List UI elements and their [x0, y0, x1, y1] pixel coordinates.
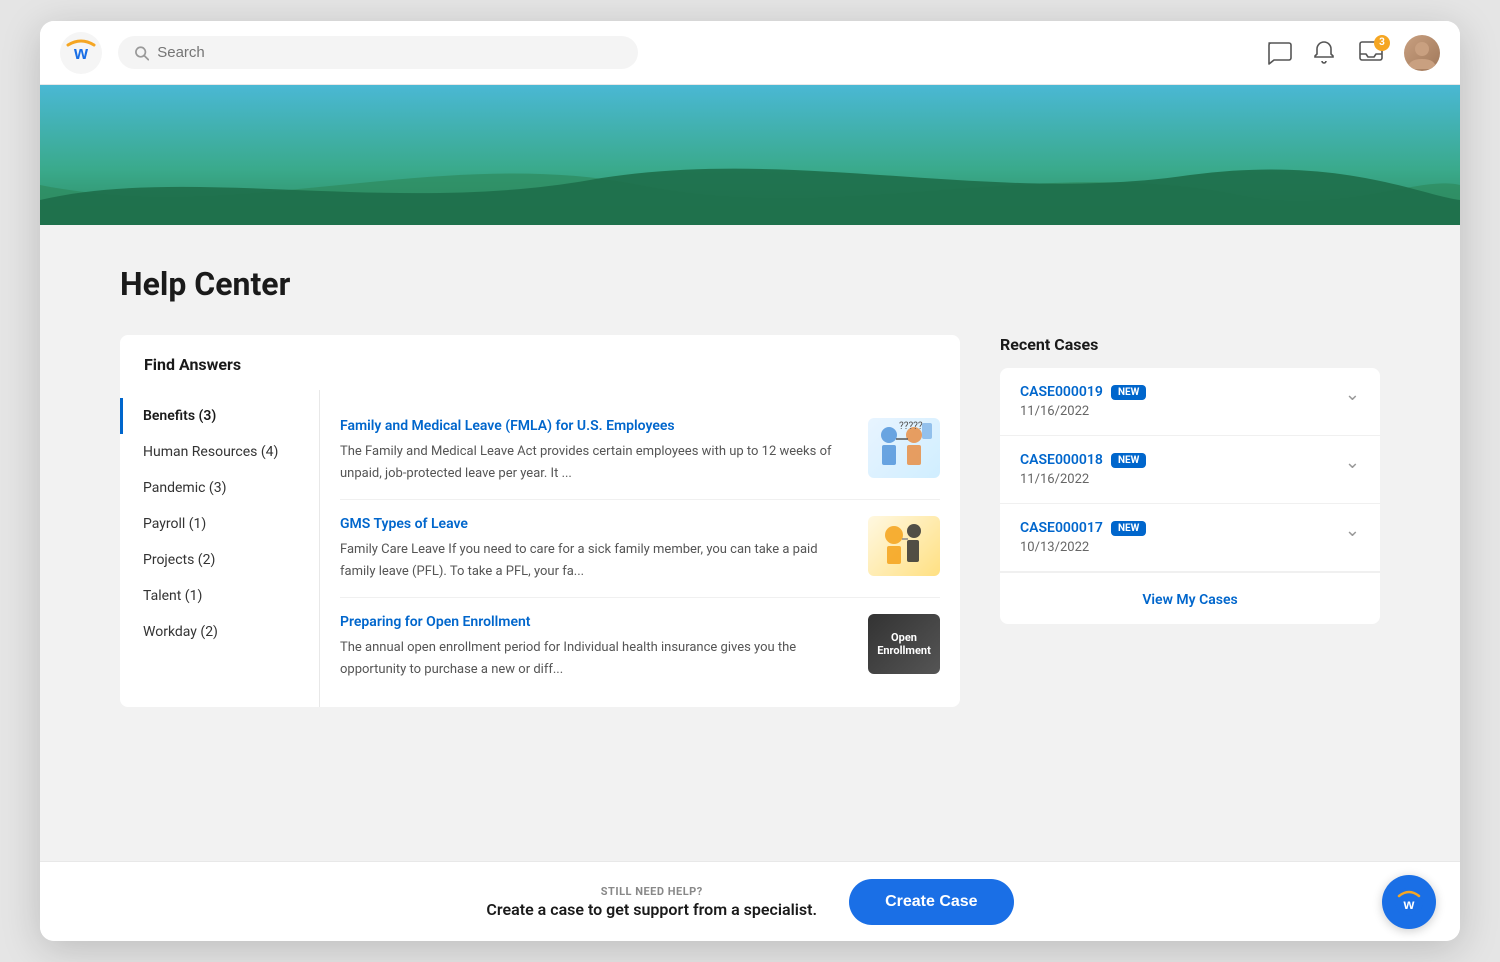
case-date-1: 11/16/2022 — [1020, 404, 1146, 419]
content-layout: Find Answers Benefits (3) Human Resource… — [120, 335, 1380, 707]
search-input[interactable] — [157, 44, 622, 61]
case-date-2: 11/16/2022 — [1020, 472, 1146, 487]
article-gms: GMS Types of Leave Family Care Leave If … — [340, 500, 940, 598]
create-case-button[interactable]: Create Case — [849, 879, 1014, 925]
case-id-3: CASE000017 — [1020, 520, 1103, 536]
category-projects[interactable]: Projects (2) — [120, 542, 319, 578]
hero-banner — [40, 85, 1460, 225]
logo-area: w — [60, 32, 102, 74]
view-my-cases-section: View My Cases — [1000, 572, 1380, 624]
nav-icons: 3 — [1266, 35, 1440, 71]
bell-icon — [1312, 40, 1336, 66]
floating-help-button[interactable]: w — [1382, 875, 1436, 929]
avatar-image — [1404, 35, 1440, 71]
case-badge-3: NEW — [1111, 521, 1146, 536]
chevron-down-icon-3: ⌄ — [1345, 520, 1360, 541]
category-hr[interactable]: Human Resources (4) — [120, 434, 319, 470]
category-pandemic[interactable]: Pandemic (3) — [120, 470, 319, 506]
bottom-bar: STILL NEED HELP? Create a case to get su… — [40, 861, 1460, 941]
article-fmla-thumb: ????? — [868, 418, 940, 478]
article-gms-text: GMS Types of Leave Family Care Leave If … — [340, 516, 852, 581]
article-fmla-link[interactable]: Family and Medical Leave (FMLA) for U.S.… — [340, 418, 852, 434]
article-gms-link[interactable]: GMS Types of Leave — [340, 516, 852, 532]
case-header-1: CASE000019 NEW — [1020, 384, 1146, 400]
case-info-3: CASE000017 NEW 10/13/2022 — [1020, 520, 1146, 555]
inbox-badge: 3 — [1374, 35, 1390, 51]
case-id-1: CASE000019 — [1020, 384, 1103, 400]
inbox-icon-button[interactable]: 3 — [1358, 40, 1384, 66]
recent-cases-section: Recent Cases CASE000019 NEW 11/16/2022 ⌄ — [1000, 335, 1380, 624]
find-answers-section: Find Answers Benefits (3) Human Resource… — [120, 335, 960, 707]
category-payroll[interactable]: Payroll (1) — [120, 506, 319, 542]
article-enrollment-link[interactable]: Preparing for Open Enrollment — [340, 614, 852, 630]
case-date-3: 10/13/2022 — [1020, 540, 1146, 555]
find-answers-title: Find Answers — [120, 335, 960, 390]
article-gms-thumb — [868, 516, 940, 576]
category-benefits[interactable]: Benefits (3) — [120, 398, 319, 434]
search-bar[interactable] — [118, 36, 638, 69]
app-window: w — [40, 21, 1460, 941]
articles-panel: Family and Medical Leave (FMLA) for U.S.… — [320, 390, 960, 707]
view-my-cases-link[interactable]: View My Cases — [1142, 592, 1237, 608]
still-need-help-desc: Create a case to get support from a spec… — [486, 900, 817, 919]
article-fmla-text: Family and Medical Leave (FMLA) for U.S.… — [340, 418, 852, 483]
case-row-1[interactable]: CASE000019 NEW 11/16/2022 ⌄ — [1000, 368, 1380, 436]
svg-text:w: w — [1403, 896, 1415, 912]
case-row-3[interactable]: CASE000017 NEW 10/13/2022 ⌄ — [1000, 504, 1380, 572]
category-workday[interactable]: Workday (2) — [120, 614, 319, 650]
article-enrollment: Preparing for Open Enrollment The annual… — [340, 598, 940, 695]
case-id-2: CASE000018 — [1020, 452, 1103, 468]
bell-icon-button[interactable] — [1312, 40, 1338, 66]
case-header-2: CASE000018 NEW — [1020, 452, 1146, 468]
wave-decoration — [40, 145, 1460, 225]
categories-panel: Benefits (3) Human Resources (4) Pandemi… — [120, 390, 320, 707]
chevron-down-icon-2: ⌄ — [1345, 452, 1360, 473]
svg-text:?????: ????? — [899, 421, 923, 432]
still-need-help-label: STILL NEED HELP? — [486, 885, 817, 898]
top-nav: w — [40, 21, 1460, 85]
article-enrollment-thumb: OpenEnrollment — [868, 614, 940, 674]
chat-icon-button[interactable] — [1266, 40, 1292, 66]
svg-text:w: w — [73, 43, 89, 63]
case-info-1: CASE000019 NEW 11/16/2022 — [1020, 384, 1146, 419]
article-fmla: Family and Medical Leave (FMLA) for U.S.… — [340, 402, 940, 500]
workday-logo: w — [60, 32, 102, 74]
search-icon — [134, 45, 149, 61]
article-enrollment-text: Preparing for Open Enrollment The annual… — [340, 614, 852, 679]
chat-icon — [1266, 40, 1292, 66]
case-row-2[interactable]: CASE000018 NEW 11/16/2022 ⌄ — [1000, 436, 1380, 504]
cases-card: CASE000019 NEW 11/16/2022 ⌄ CASE000018 N… — [1000, 368, 1380, 624]
page-title: Help Center — [120, 265, 1380, 303]
chevron-down-icon-1: ⌄ — [1345, 384, 1360, 405]
article-gms-desc: Family Care Leave If you need to care fo… — [340, 542, 818, 579]
case-info-2: CASE000018 NEW 11/16/2022 — [1020, 452, 1146, 487]
case-header-3: CASE000017 NEW — [1020, 520, 1146, 536]
user-avatar[interactable] — [1404, 35, 1440, 71]
article-enrollment-desc: The annual open enrollment period for In… — [340, 640, 796, 677]
still-need-help: STILL NEED HELP? Create a case to get su… — [486, 885, 817, 919]
find-answers-inner: Benefits (3) Human Resources (4) Pandemi… — [120, 390, 960, 707]
main-content: Help Center Find Answers Benefits (3) Hu… — [40, 225, 1460, 861]
floating-help-icon: w — [1394, 887, 1424, 917]
recent-cases-title: Recent Cases — [1000, 335, 1380, 354]
category-talent[interactable]: Talent (1) — [120, 578, 319, 614]
case-badge-1: NEW — [1111, 385, 1146, 400]
case-badge-2: NEW — [1111, 453, 1146, 468]
article-fmla-desc: The Family and Medical Leave Act provide… — [340, 444, 832, 481]
